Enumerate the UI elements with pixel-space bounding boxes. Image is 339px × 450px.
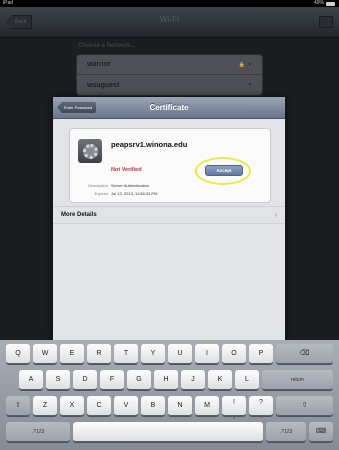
description-value: Server Authentication [111, 183, 150, 188]
keyboard-dismiss-icon[interactable]: ⌨ [309, 422, 333, 442]
key-k[interactable]: K [208, 370, 232, 390]
expires-label: Expires [94, 191, 108, 196]
key-w[interactable]: W [33, 344, 57, 364]
key-exclamation-comma[interactable]: !, [222, 396, 246, 420]
certificate-seal-icon [78, 139, 102, 163]
key-r[interactable]: R [87, 344, 111, 364]
key-p[interactable]: P [249, 344, 273, 364]
more-details-row[interactable]: More Details › [53, 206, 285, 224]
wifi-icon: ▾ [248, 82, 252, 88]
key-exclamation-label: ! [233, 399, 235, 406]
description-row: Description Server Authentication [74, 183, 149, 188]
key-y[interactable]: Y [141, 344, 165, 364]
key-a[interactable]: A [19, 370, 43, 390]
certificate-dialog: Enter Password Certificate peapsrv1.wino… [53, 97, 285, 340]
key-t[interactable]: T [114, 344, 138, 364]
key-comma-label: , [233, 413, 235, 420]
expires-value: Jul 13, 2013, 11:56:34 PM [111, 191, 158, 196]
key-j[interactable]: J [181, 370, 205, 390]
backspace-key[interactable]: ⌫ [276, 344, 333, 364]
lock-wifi-icon: 🔒 ▾ [238, 61, 252, 68]
certificate-card: peapsrv1.winona.edu Not Verified Accept … [69, 128, 271, 203]
numbers-key-right[interactable]: .?123 [266, 422, 306, 442]
status-bar: iPad 49% [0, 0, 339, 7]
key-o[interactable]: O [222, 344, 246, 364]
navigation-bar: Back Wi-Fi [0, 7, 339, 38]
key-b[interactable]: B [141, 396, 165, 416]
choose-network-header: Choose a Network... [78, 43, 136, 49]
more-details-label: More Details [61, 212, 97, 218]
key-u[interactable]: U [168, 344, 192, 364]
not-verified-label: Not Verified [111, 167, 142, 173]
key-x[interactable]: X [60, 396, 84, 416]
key-period-label: . [260, 413, 262, 420]
certificate-title-bar: Enter Password Certificate [53, 97, 285, 119]
shift-right-key[interactable]: ⇧ [276, 396, 333, 416]
key-d[interactable]: D [73, 370, 97, 390]
certificate-title: Certificate [149, 103, 189, 112]
shift-left-key[interactable]: ⇧ [6, 396, 30, 416]
accept-button[interactable]: Accept [205, 165, 243, 176]
key-question-label: ? [259, 399, 263, 406]
numbers-key-left[interactable]: .?123 [6, 422, 70, 442]
battery-percent: 49% [313, 0, 324, 6]
key-c[interactable]: C [87, 396, 111, 416]
key-z[interactable]: Z [33, 396, 57, 416]
key-m[interactable]: M [195, 396, 219, 416]
network-item-wsuguest[interactable]: wsuguest ▾ [77, 75, 262, 95]
network-item-warrior[interactable]: warrior 🔒 ▾ [77, 55, 262, 75]
key-i[interactable]: I [195, 344, 219, 364]
network-name: warrior [87, 61, 111, 68]
network-list: warrior 🔒 ▾ wsuguest ▾ [76, 54, 263, 96]
onscreen-keyboard: Q W E R T Y U I O P ⌫ A S D F G H J K L … [0, 340, 339, 450]
return-key[interactable]: return [262, 370, 333, 390]
page-title: Wi-Fi [159, 15, 180, 24]
key-n[interactable]: N [168, 396, 192, 416]
key-v[interactable]: V [114, 396, 138, 416]
key-q[interactable]: Q [6, 344, 30, 364]
chevron-right-icon: › [274, 211, 277, 219]
network-name: wsuguest [87, 81, 120, 89]
battery-indicator: 49% [314, 0, 335, 7]
battery-icon [326, 1, 335, 6]
key-e[interactable]: E [60, 344, 84, 364]
key-l[interactable]: L [235, 370, 259, 390]
carrier-label: iPad [3, 0, 14, 6]
space-bar[interactable] [73, 422, 263, 442]
key-h[interactable]: H [154, 370, 178, 390]
certificate-hostname: peapsrv1.winona.edu [111, 140, 188, 149]
key-f[interactable]: F [100, 370, 124, 390]
description-label: Description [87, 183, 108, 188]
key-s[interactable]: S [46, 370, 70, 390]
key-g[interactable]: G [127, 370, 151, 390]
key-question-period[interactable]: ?. [249, 396, 273, 420]
expires-row: Expires Jul 13, 2013, 11:56:34 PM [74, 191, 158, 196]
nav-right-button[interactable] [319, 16, 333, 28]
